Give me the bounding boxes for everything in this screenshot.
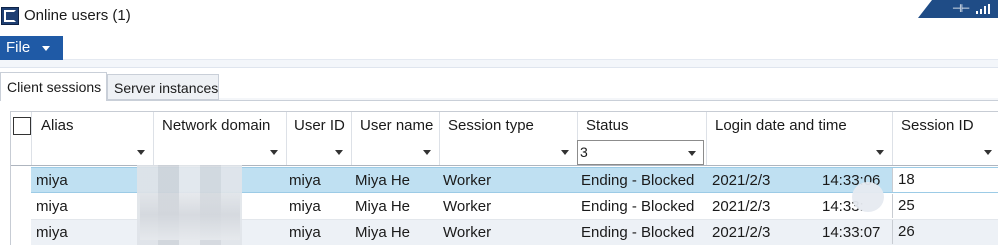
select-all-checkbox[interactable] (13, 117, 31, 135)
menu-bar: File (0, 34, 998, 60)
chevron-down-icon (270, 150, 278, 155)
cell-status: Ending - Blocked (581, 172, 695, 189)
filter-status[interactable]: 3 (577, 140, 704, 165)
filter-session-type[interactable] (440, 140, 576, 165)
file-menu-button[interactable]: File (0, 36, 63, 60)
tab-client-sessions[interactable]: Client sessions (0, 72, 107, 101)
column-header-alias[interactable]: Alias (41, 117, 74, 134)
redaction-blur (140, 190, 240, 240)
title-bar: Online users (1) ⊣⊢ (0, 0, 998, 34)
chevron-down-icon (876, 150, 884, 155)
signal-icon (976, 4, 990, 14)
cell-session-id[interactable]: 25 (892, 194, 998, 218)
column-header-network-domain[interactable]: Network domain (162, 117, 270, 134)
cell-status: Ending - Blocked (581, 198, 695, 215)
chevron-down-icon (137, 150, 145, 155)
chevron-down-icon (423, 150, 431, 155)
cell-user-id: miya (289, 198, 321, 215)
cell-user-id: miya (289, 224, 321, 241)
dropdown-caret-icon (42, 46, 50, 51)
tab-server-instances[interactable]: Server instances (107, 74, 219, 100)
pin-icon[interactable]: ⊣⊢ (952, 2, 970, 15)
tab-divider (0, 100, 998, 101)
column-header-session-type[interactable]: Session type (448, 117, 534, 134)
cell-login-date: 2021/2/3 (712, 198, 771, 215)
cell-user-name: Miya He (355, 172, 411, 189)
cell-session-type: Worker (443, 224, 492, 241)
filter-network-domain[interactable] (154, 140, 285, 165)
cell-user-id: miya (289, 172, 321, 189)
chevron-down-icon (688, 151, 696, 156)
filter-alias[interactable] (32, 140, 152, 165)
cell-session-type: Worker (443, 172, 492, 189)
cell-user-name: Miya He (355, 224, 411, 241)
cell-alias: miya (36, 224, 68, 241)
filter-login-date-time[interactable] (707, 140, 891, 165)
chevron-down-icon (561, 150, 569, 155)
status-tab[interactable]: ⊣⊢ (918, 0, 998, 18)
cell-session-id[interactable]: 26 (892, 220, 998, 244)
cell-login-time: 14:33:07 (822, 224, 881, 241)
cell-user-name: Miya He (355, 198, 411, 215)
filter-status-value: 3 (580, 144, 588, 160)
cell-session-type: Worker (443, 198, 492, 215)
window-title: Online users (1) (24, 7, 131, 24)
file-menu-label: File (6, 39, 31, 56)
column-header-user-id[interactable]: User ID (294, 117, 345, 134)
column-header-status[interactable]: Status (586, 117, 629, 134)
action-pane-strip (0, 60, 998, 68)
column-header-user-name[interactable]: User name (360, 117, 433, 134)
filter-user-name[interactable] (352, 140, 438, 165)
filter-user-id[interactable] (287, 140, 350, 165)
cell-session-id[interactable]: 18 (892, 168, 998, 192)
redaction-blur (852, 182, 884, 212)
column-header-login-date-time[interactable]: Login date and time (715, 117, 847, 134)
chevron-down-icon (984, 150, 992, 155)
cell-login-date: 2021/2/3 (712, 224, 771, 241)
cell-alias: miya (36, 172, 68, 189)
cell-login-date: 2021/2/3 (712, 172, 771, 189)
column-header-session-id[interactable]: Session ID (901, 117, 974, 134)
chevron-down-icon (335, 150, 343, 155)
cell-status: Ending - Blocked (581, 224, 695, 241)
app-logo-icon (1, 7, 19, 25)
cell-alias: miya (36, 198, 68, 215)
filter-session-id[interactable] (893, 140, 998, 165)
